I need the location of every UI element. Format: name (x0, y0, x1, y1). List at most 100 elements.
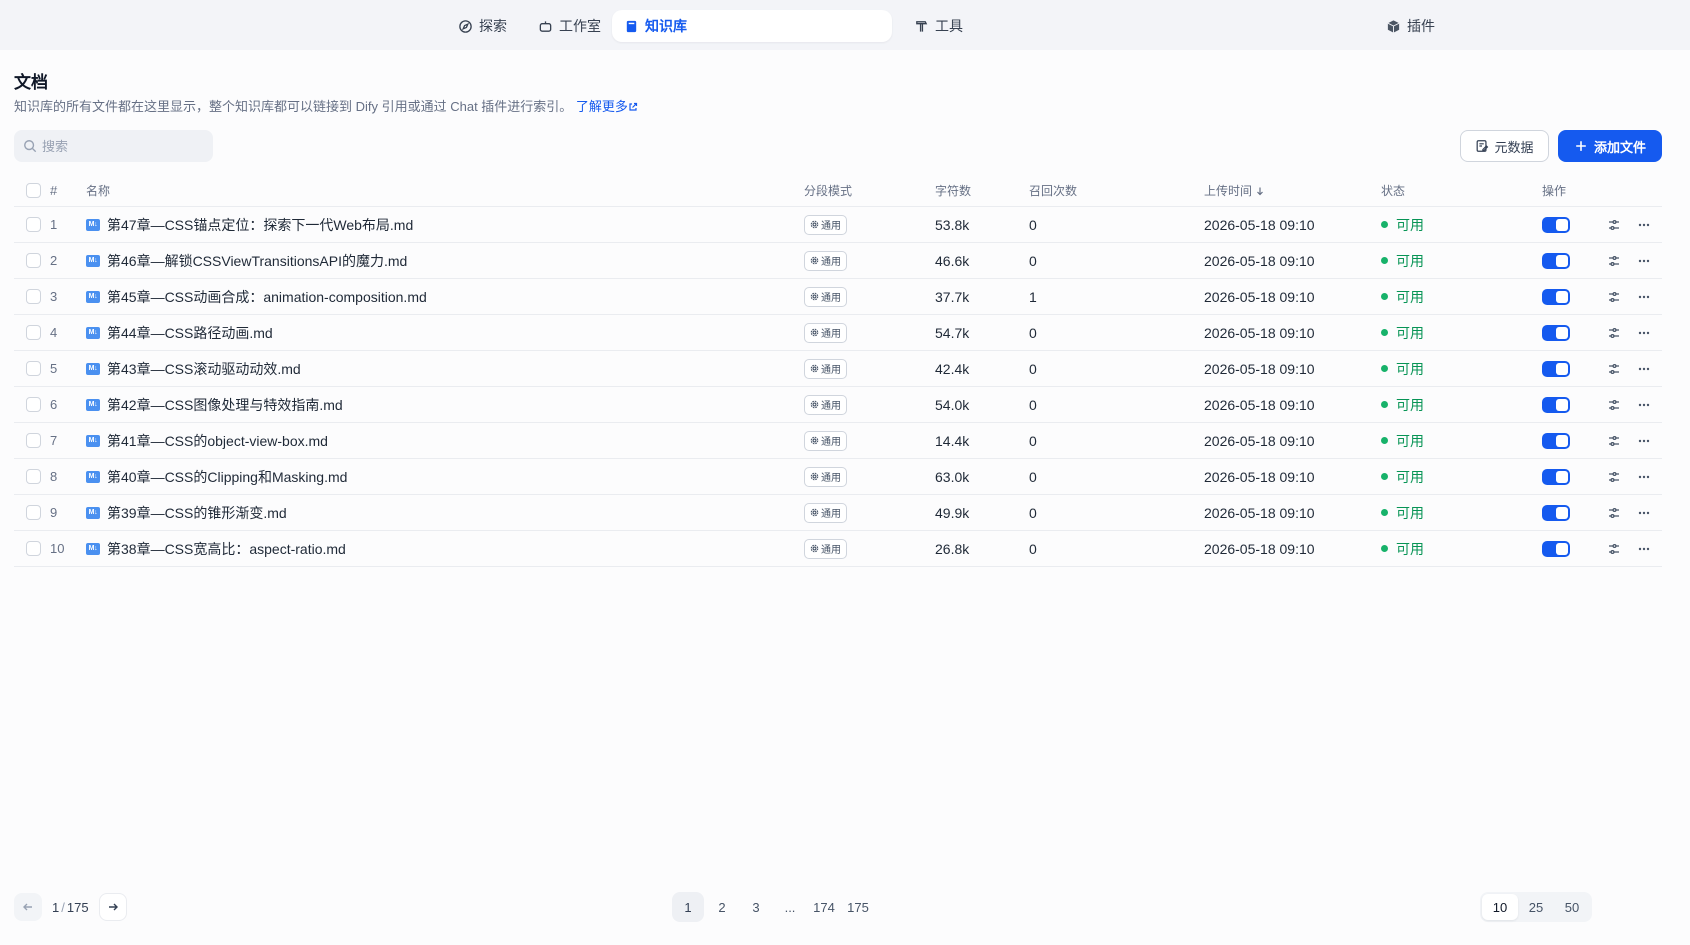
row-checkbox[interactable] (26, 469, 41, 484)
plus-icon (1576, 141, 1586, 151)
next-page-button[interactable] (98, 893, 127, 921)
page-number-button[interactable]: 174 (808, 892, 840, 922)
table-row[interactable]: 6 M↓ 第42章—CSS图像处理与特效指南.md 通用 54.0k 0 2026-05-1… (14, 387, 1662, 423)
enable-toggle[interactable] (1542, 252, 1570, 269)
more-actions-button[interactable] (1634, 215, 1654, 235)
more-actions-button[interactable] (1634, 323, 1654, 343)
settings-cell (1604, 315, 1624, 350)
hit-count: 0 (1029, 396, 1037, 413)
table-row[interactable]: 5 M↓ 第43章—CSS滚动驱动动效.md 通用 42.4k 0 2026-05-18 0… (14, 351, 1662, 387)
document-name-cell[interactable]: M↓ 第41章—CSS的object-view-box.md (86, 423, 328, 458)
row-checkbox[interactable] (26, 361, 41, 376)
metadata-button[interactable]: 元数据 (1460, 130, 1549, 162)
header-time-label: 上传时间 (1204, 184, 1253, 198)
status-label: 可用 (1396, 288, 1424, 305)
table-row[interactable]: 7 M↓ 第41章—CSS的object-view-box.md 通用 14.4k 0 20… (14, 423, 1662, 459)
enable-toggle[interactable] (1542, 432, 1570, 449)
enable-toggle[interactable] (1542, 324, 1570, 341)
segment-settings-button[interactable] (1604, 287, 1624, 307)
document-name-cell[interactable]: M↓ 第45章—CSS动画合成：animation-composition.md (86, 279, 427, 314)
add-file-button[interactable]: 添加文件 (1558, 130, 1662, 162)
document-name-cell[interactable]: M↓ 第38章—CSS宽高比：aspect-ratio.md (86, 531, 346, 566)
enable-toggle[interactable] (1542, 360, 1570, 377)
gear-icon (810, 220, 819, 229)
segment-settings-button[interactable] (1604, 251, 1624, 271)
enable-toggle[interactable] (1542, 396, 1570, 413)
header-name: 名称 (86, 184, 111, 198)
row-checkbox[interactable] (26, 289, 41, 304)
more-horizontal-icon (1638, 511, 1650, 514)
table-row[interactable]: 2 M↓ 第46章—解锁CSSViewTransitionsAPI的魔力.md 通用 4… (14, 243, 1662, 279)
row-checkbox[interactable] (26, 433, 41, 448)
segment-settings-button[interactable] (1604, 467, 1624, 487)
page-number-button[interactable]: 2 (706, 892, 738, 922)
more-actions-button[interactable] (1634, 431, 1654, 451)
document-name-cell[interactable]: M↓ 第43章—CSS滚动驱动动效.md (86, 351, 301, 386)
nav-item-explore[interactable]: 探索 (446, 10, 519, 42)
nav-item-plugins[interactable]: 插件 (1374, 10, 1447, 42)
row-check-cell (26, 207, 41, 242)
table-row[interactable]: 10 M↓ 第38章—CSS宽高比：aspect-ratio.md 通用 26.8k 0 2… (14, 531, 1662, 567)
table-row[interactable]: 9 M↓ 第39章—CSS的锥形渐变.md 通用 49.9k 0 2026-05-18 09… (14, 495, 1662, 531)
enable-toggle[interactable] (1542, 504, 1570, 521)
switch-cell (1542, 387, 1570, 422)
table-row[interactable]: 8 M↓ 第40章—CSS的Clipping和Masking.md 通用 63.0k 0 2… (14, 459, 1662, 495)
top-navigation: 探索 工作室 知识库 工具 插件 (0, 0, 1690, 50)
segment-settings-button[interactable] (1604, 503, 1624, 523)
enable-toggle[interactable] (1542, 468, 1570, 485)
document-name-cell[interactable]: M↓ 第39章—CSS的锥形渐变.md (86, 495, 287, 530)
page-number-button[interactable]: 175 (842, 892, 874, 922)
search-box[interactable] (14, 130, 213, 162)
row-checkbox[interactable] (26, 253, 41, 268)
row-checkbox[interactable] (26, 397, 41, 412)
mode-cell: 通用 (804, 315, 847, 350)
page-number-button[interactable]: 3 (740, 892, 772, 922)
table-row[interactable]: 4 M↓ 第44章—CSS路径动画.md 通用 54.7k 0 2026-05-18 09:… (14, 315, 1662, 351)
more-actions-button[interactable] (1634, 359, 1654, 379)
search-input[interactable] (42, 138, 192, 154)
header-upload-time[interactable]: 上传时间 (1204, 175, 1265, 206)
more-actions-button[interactable] (1634, 467, 1654, 487)
nav-item-studio[interactable]: 工作室 (526, 10, 613, 42)
mode-badge: 通用 (804, 538, 847, 559)
enable-toggle[interactable] (1542, 288, 1570, 305)
arrow-left-icon (23, 903, 32, 911)
page-size-option[interactable]: 50 (1554, 894, 1590, 920)
table-row[interactable]: 1 M↓ 第47章—CSS锚点定位：探索下一代Web布局.md 通用 53.8k 0 202… (14, 207, 1662, 243)
document-name-cell[interactable]: M↓ 第47章—CSS锚点定位：探索下一代Web布局.md (86, 207, 413, 242)
page-size-option[interactable]: 25 (1518, 894, 1554, 920)
nav-item-knowledge[interactable]: 知识库 (612, 10, 892, 42)
segment-settings-button[interactable] (1604, 215, 1624, 235)
switch-cell (1542, 459, 1570, 494)
learn-more-link[interactable]: 了解更多 (576, 99, 638, 114)
page-size-option[interactable]: 10 (1482, 894, 1518, 920)
more-actions-button[interactable] (1634, 503, 1654, 523)
document-name-cell[interactable]: M↓ 第40章—CSS的Clipping和Masking.md (86, 459, 347, 494)
table-row[interactable]: 3 M↓ 第45章—CSS动画合成：animation-composition.md… (14, 279, 1662, 315)
more-actions-button[interactable] (1634, 251, 1654, 271)
page-number-button[interactable]: 1 (672, 892, 704, 922)
row-checkbox[interactable] (26, 505, 41, 520)
segment-settings-button[interactable] (1604, 359, 1624, 379)
status-cell: 可用 (1381, 531, 1424, 566)
segment-settings-button[interactable] (1604, 395, 1624, 415)
select-all-checkbox[interactable] (26, 183, 41, 198)
document-name-cell[interactable]: M↓ 第42章—CSS图像处理与特效指南.md (86, 387, 343, 422)
segment-settings-button[interactable] (1604, 431, 1624, 451)
row-checkbox[interactable] (26, 325, 41, 340)
document-name-cell[interactable]: M↓ 第44章—CSS路径动画.md (86, 315, 273, 350)
description-text: 知识库的所有文件都在这里显示，整个知识库都可以链接到 Dify 引用或通过 Ch… (14, 99, 573, 114)
enable-toggle[interactable] (1542, 540, 1570, 557)
segment-settings-button[interactable] (1604, 323, 1624, 343)
row-checkbox[interactable] (26, 217, 41, 232)
more-actions-button[interactable] (1634, 539, 1654, 559)
hit-count: 0 (1029, 468, 1037, 485)
document-name-cell[interactable]: M↓ 第46章—解锁CSSViewTransitionsAPI的魔力.md (86, 243, 407, 278)
row-checkbox[interactable] (26, 541, 41, 556)
more-actions-button[interactable] (1634, 287, 1654, 307)
more-actions-button[interactable] (1634, 395, 1654, 415)
segment-settings-button[interactable] (1604, 539, 1624, 559)
enable-toggle[interactable] (1542, 216, 1570, 233)
nav-item-tools[interactable]: 工具 (902, 10, 975, 42)
prev-page-button[interactable] (14, 893, 42, 921)
